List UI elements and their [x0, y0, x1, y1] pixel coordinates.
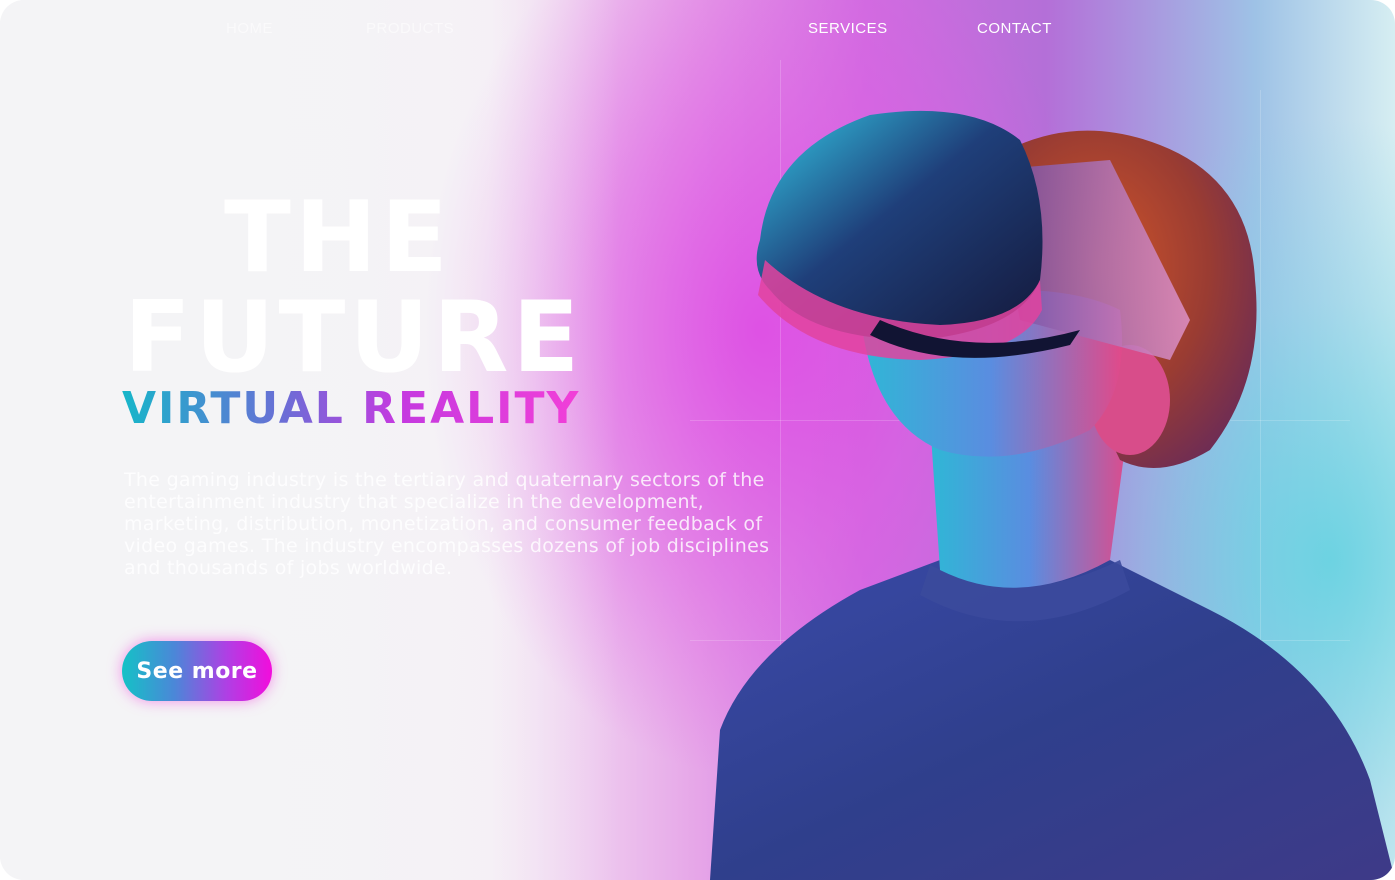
headline-line-2: FUTURE [124, 281, 584, 395]
nav-item-products[interactable]: PRODUCTS [366, 20, 454, 37]
hero-description: The gaming industry is the tertiary and … [124, 469, 770, 579]
nav-item-services[interactable]: SERVICES [808, 20, 888, 37]
hero-image [710, 110, 1395, 880]
landing-page: HOME PRODUCTS SERVICES CONTACT THE FUTUR… [0, 0, 1395, 880]
nav-item-home[interactable]: HOME [226, 20, 273, 37]
subheadline: VIRTUAL REALITY [122, 383, 581, 434]
nav-item-contact[interactable]: CONTACT [977, 20, 1052, 37]
headline-line-1: THE [224, 181, 452, 295]
see-more-button[interactable]: See more [122, 641, 272, 701]
background-fade [0, 0, 620, 880]
top-navigation: HOME PRODUCTS SERVICES CONTACT [0, 20, 1395, 42]
